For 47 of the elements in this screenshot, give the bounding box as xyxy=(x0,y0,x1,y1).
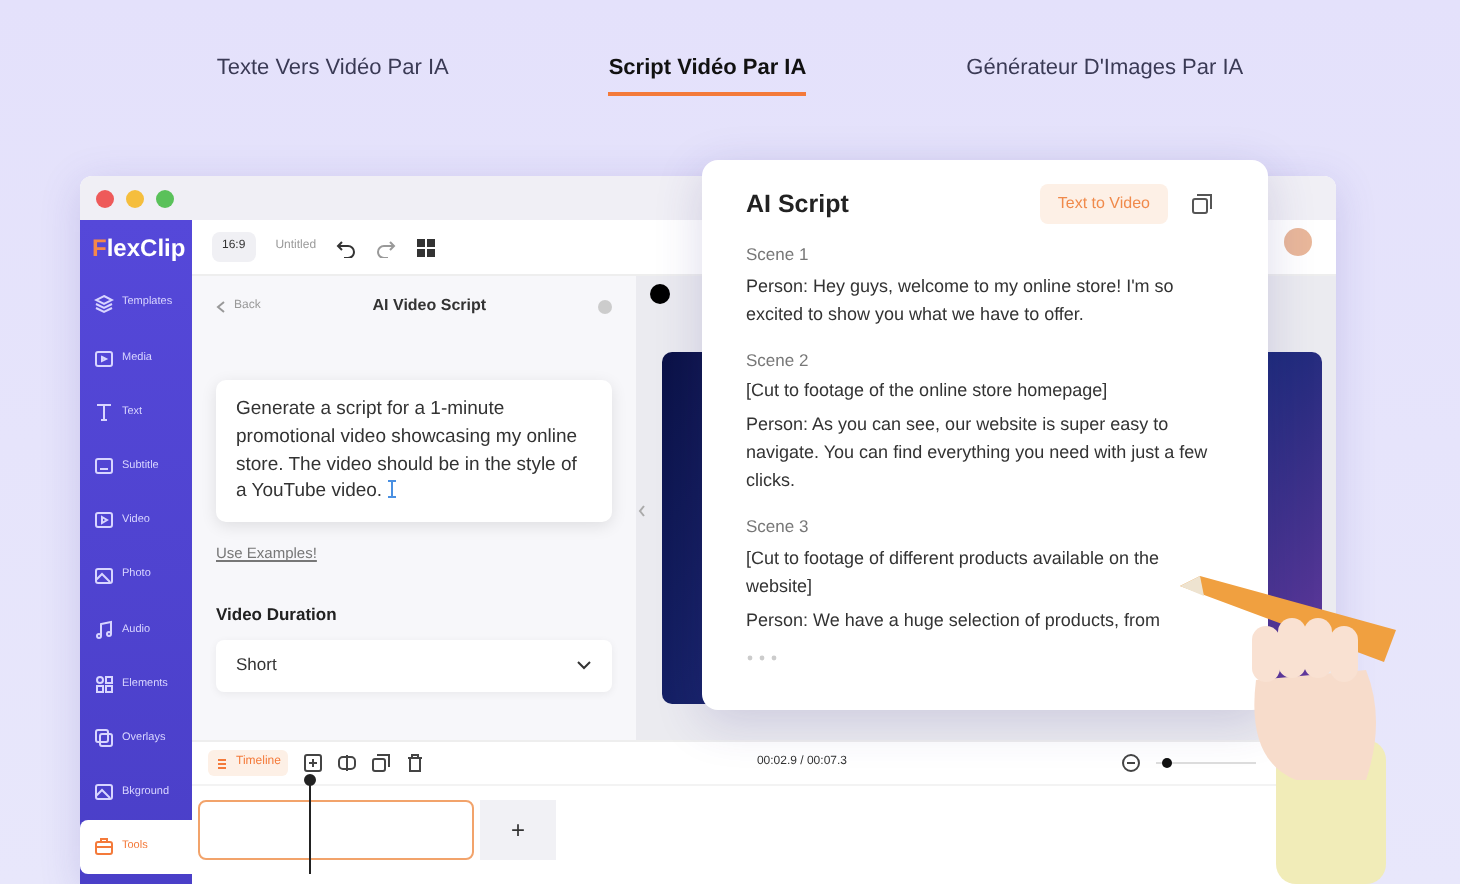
timeline-clip[interactable] xyxy=(198,800,474,860)
text-icon xyxy=(94,401,114,422)
scene-heading: Scene 2 xyxy=(746,347,811,373)
delete-icon[interactable] xyxy=(406,754,425,772)
redo-icon[interactable] xyxy=(376,237,397,257)
back-icon xyxy=(216,299,226,313)
scene-text: Person: We have a huge selection of products, from xyxy=(746,607,1162,634)
color-swatch[interactable] xyxy=(650,284,670,304)
tab[interactable]: Script Vidéo Par IA xyxy=(608,43,807,97)
panel-title: AI Video Script xyxy=(370,294,489,318)
toolbox-icon xyxy=(94,836,114,857)
dropdown-value: Short xyxy=(236,652,277,679)
playhead-icon[interactable] xyxy=(304,774,316,874)
video-icon xyxy=(94,510,114,531)
prompt-text[interactable]: Generate a script for a 1-minute promotional video showcasing my online store. The video should be in the style of a YouTube video. xyxy=(216,380,612,523)
fullscreen-icon[interactable] xyxy=(416,237,437,257)
zoom-out-icon[interactable] xyxy=(1122,754,1140,772)
tab[interactable]: Générateur D'Images Par IA xyxy=(966,43,1244,97)
add-button[interactable]: + xyxy=(480,800,556,860)
duration-label: Video Duration xyxy=(216,602,339,628)
timeline-icon xyxy=(216,757,228,769)
scene-text: [Cut to footage of different products available on the website] xyxy=(746,545,1161,600)
scene-text: Person: Hey guys, welcome to my online store! I'm so excited to show you what we have to offer. xyxy=(746,273,1176,328)
music-icon xyxy=(94,619,114,640)
split-icon[interactable] xyxy=(338,754,357,772)
image-icon xyxy=(94,782,114,803)
duplicate-icon[interactable] xyxy=(372,754,391,772)
text-cursor-icon xyxy=(388,480,397,499)
subtitle-icon xyxy=(94,456,114,477)
duration-dropdown[interactable]: Short xyxy=(216,639,612,692)
image-icon xyxy=(94,565,114,586)
undo-icon[interactable] xyxy=(336,237,357,257)
tab[interactable]: Texte Vers Vidéo Par IA xyxy=(216,43,449,97)
chevron-down-icon xyxy=(576,660,592,671)
scene-heading: Scene 1 xyxy=(746,242,811,268)
slider-thumb[interactable] xyxy=(1161,758,1171,768)
folder-icon xyxy=(94,347,114,368)
elements-icon xyxy=(94,673,114,694)
copy-icon[interactable] xyxy=(1192,194,1212,214)
add-clip-icon[interactable] xyxy=(304,754,323,772)
scene-text: Person: As you can see, our website is super easy to navigate. You can find everything you need with just a few clicks. xyxy=(746,412,1210,495)
overlay-icon xyxy=(94,728,114,749)
layers-icon xyxy=(94,293,114,314)
logo: FlexClip xyxy=(90,232,188,266)
card-title: AI Script xyxy=(746,187,851,222)
scene-heading: Scene 3 xyxy=(746,514,811,540)
scene-text: [Cut to footage of the online store homepage] xyxy=(746,378,1110,405)
